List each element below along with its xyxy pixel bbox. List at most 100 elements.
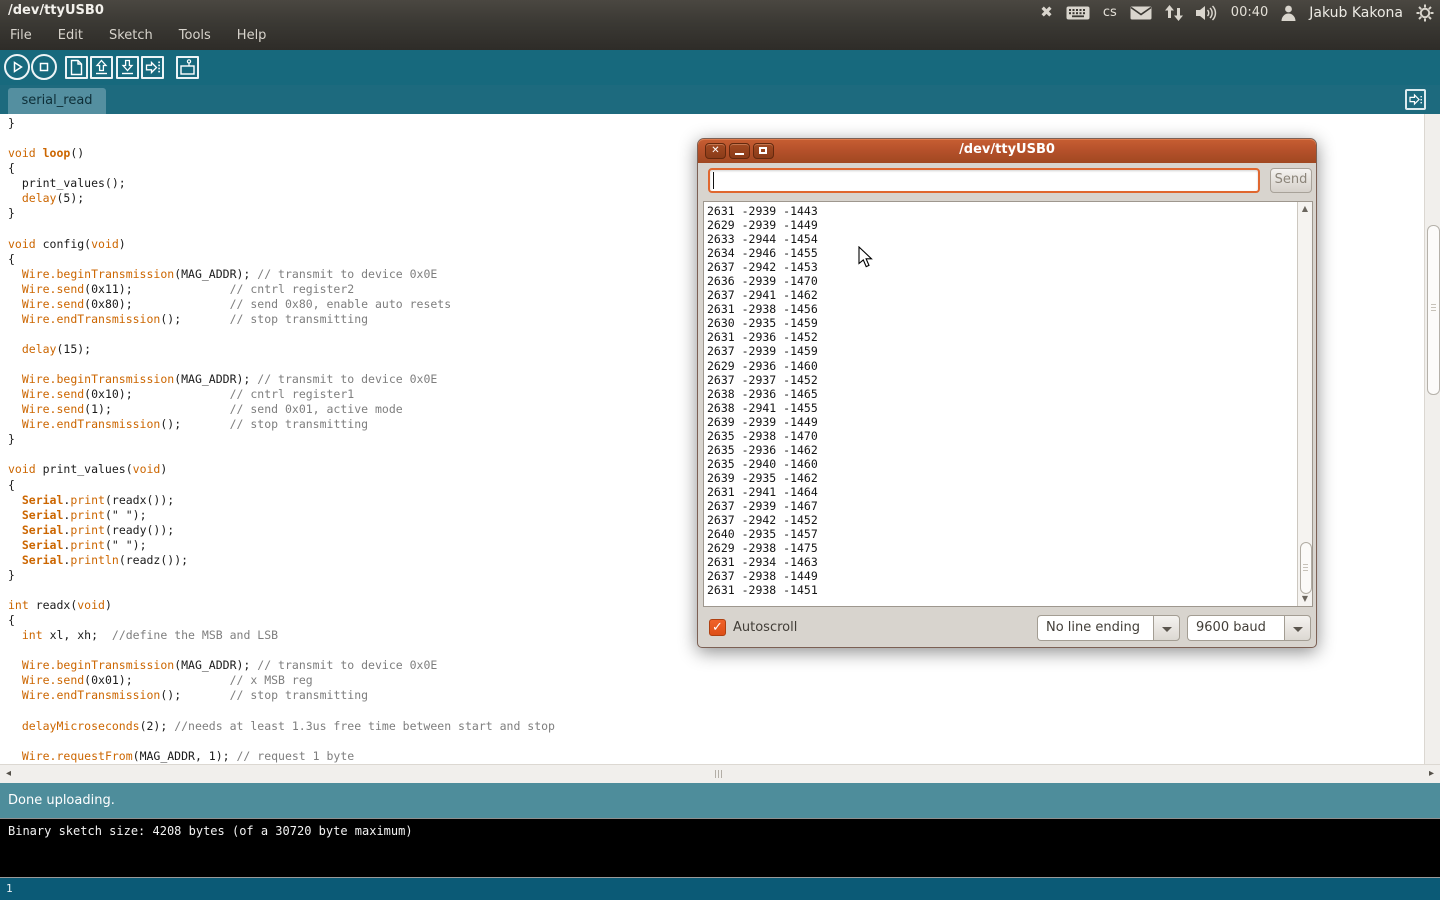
scroll-left-arrow-icon[interactable]: ◂: [6, 766, 11, 782]
console-text: Binary sketch size: 4208 bytes (of a 307…: [8, 824, 413, 838]
serial-line: 2637 -2939 -1459: [707, 344, 818, 358]
code-line: Wire.requestFrom(MAG_ADDR, 1); // reques…: [8, 749, 1440, 764]
indicator-x-icon[interactable]: ✖: [1040, 5, 1053, 20]
baud-rate-value[interactable]: 9600 baud: [1187, 615, 1284, 641]
serial-line: 2639 -2935 -1462: [707, 471, 818, 485]
toolbar: [0, 50, 1440, 85]
mouse-cursor: [858, 246, 874, 269]
serial-line: 2638 -2936 -1465: [707, 387, 818, 401]
line-ending-dropdown-button[interactable]: [1153, 615, 1180, 641]
serial-line: 2633 -2944 -1454: [707, 232, 818, 246]
serial-line: 2636 -2939 -1470: [707, 274, 818, 288]
serial-monitor-titlebar[interactable]: ✕ /dev/ttyUSB0: [698, 139, 1316, 163]
serial-line: 2639 -2939 -1449: [707, 415, 818, 429]
serial-output-area[interactable]: 2631 -2939 -14432629 -2939 -14492633 -29…: [703, 201, 1313, 607]
scroll-down-arrow-icon[interactable]: ▼: [1298, 593, 1312, 605]
autoscroll-label: Autoscroll: [733, 620, 797, 635]
baud-dropdown-button[interactable]: [1284, 615, 1311, 641]
user-icon[interactable]: [1281, 5, 1296, 21]
menu-help[interactable]: Help: [237, 28, 267, 43]
chevron-down-icon: [1293, 627, 1303, 632]
footer-strip: 1: [0, 877, 1440, 900]
session-gear-icon[interactable]: [1416, 4, 1434, 22]
keyboard-layout-label[interactable]: cs: [1103, 5, 1117, 20]
stop-button[interactable]: [31, 54, 57, 80]
status-message: Done uploading.: [8, 793, 115, 808]
serial-send-input[interactable]: [708, 168, 1260, 193]
serial-output: 2631 -2939 -14432629 -2939 -14492633 -29…: [707, 204, 818, 597]
tab-serial-read[interactable]: serial_read: [8, 88, 106, 114]
serial-line: 2637 -2938 -1449: [707, 569, 818, 583]
new-sketch-button[interactable]: [65, 56, 88, 79]
upload-button[interactable]: [141, 56, 164, 79]
serial-line: 2631 -2936 -1452: [707, 330, 818, 344]
editor-horizontal-scrollbar[interactable]: ◂ ▸: [0, 764, 1440, 783]
text-caret: [713, 172, 714, 189]
serial-line: 2635 -2940 -1460: [707, 457, 818, 471]
build-console: Binary sketch size: 4208 bytes (of a 307…: [0, 818, 1440, 877]
keyboard-icon[interactable]: [1066, 6, 1090, 20]
serial-line: 2631 -2941 -1464: [707, 485, 818, 499]
arrow-up-icon: [92, 58, 111, 77]
serial-line: 2635 -2936 -1462: [707, 443, 818, 457]
line-ending-dropdown[interactable]: No line ending: [1037, 615, 1180, 641]
screen: /dev/ttyUSB0 ✖ cs: [0, 0, 1440, 900]
menu-bar: File Edit Sketch Tools Help: [10, 28, 266, 43]
baud-rate-dropdown[interactable]: 9600 baud: [1187, 615, 1311, 641]
window-title: /dev/ttyUSB0: [8, 3, 104, 18]
autoscroll-checkbox[interactable]: ✓: [709, 619, 726, 636]
system-tray: ✖ cs: [1040, 0, 1434, 25]
code-line: [8, 734, 1440, 749]
editor-scroll-thumb[interactable]: [1427, 225, 1440, 395]
code-line: Wire.endTransmission(); // stop transmit…: [8, 688, 1440, 703]
volume-icon[interactable]: [1196, 5, 1218, 21]
serial-line: 2631 -2938 -1451: [707, 583, 818, 597]
serial-line: 2640 -2935 -1457: [707, 527, 818, 541]
mail-icon[interactable]: [1130, 6, 1152, 20]
menu-file[interactable]: File: [10, 28, 32, 43]
serial-monitor-window: ✕ /dev/ttyUSB0 Send 2631 -2939 -14432629…: [697, 138, 1317, 648]
code-line: Wire.send(0x01); // x MSB reg: [8, 673, 1440, 688]
code-line: [8, 703, 1440, 718]
editor-vertical-scrollbar[interactable]: [1424, 114, 1440, 764]
serial-line: 2634 -2946 -1455: [707, 246, 818, 260]
new-tab-arrow-icon: [1407, 91, 1424, 108]
serial-line: 2631 -2939 -1443: [707, 204, 818, 218]
menu-tools[interactable]: Tools: [179, 28, 211, 43]
menu-sketch[interactable]: Sketch: [109, 28, 153, 43]
arrow-right-icon: [143, 58, 162, 77]
play-icon: [6, 56, 28, 78]
serial-monitor-title: /dev/ttyUSB0: [698, 142, 1316, 157]
serial-line: 2629 -2939 -1449: [707, 218, 818, 232]
new-document-icon: [67, 58, 86, 77]
clock[interactable]: 00:40: [1231, 5, 1268, 20]
open-button[interactable]: [90, 56, 113, 79]
line-indicator: 1: [6, 882, 13, 895]
new-tab-button[interactable]: [1405, 89, 1426, 110]
serial-line: 2637 -2942 -1453: [707, 260, 818, 274]
menu-edit[interactable]: Edit: [58, 28, 83, 43]
serial-vertical-scrollbar[interactable]: ▲ ▼: [1297, 202, 1312, 606]
serial-line: 2638 -2941 -1455: [707, 401, 818, 415]
serial-monitor-button[interactable]: [176, 56, 199, 79]
code-line: delayMicroseconds(2); //needs at least 1…: [8, 719, 1440, 734]
tab-strip: serial_read: [0, 85, 1440, 114]
send-button[interactable]: Send: [1270, 168, 1312, 193]
serial-scroll-thumb[interactable]: [1300, 542, 1312, 594]
save-button[interactable]: [116, 56, 139, 79]
verify-button[interactable]: [4, 54, 30, 80]
network-arrows-icon[interactable]: [1165, 5, 1183, 21]
serial-line: 2637 -2937 -1452: [707, 373, 818, 387]
scroll-right-arrow-icon[interactable]: ▸: [1429, 766, 1434, 782]
status-bar: Done uploading.: [0, 783, 1440, 818]
line-ending-value[interactable]: No line ending: [1037, 615, 1153, 641]
code-line: Wire.beginTransmission(MAG_ADDR); // tra…: [8, 658, 1440, 673]
scroll-up-arrow-icon[interactable]: ▲: [1298, 203, 1312, 215]
stop-icon: [33, 56, 55, 78]
serial-line: 2631 -2934 -1463: [707, 555, 818, 569]
user-name-label[interactable]: Jakub Kakona: [1309, 5, 1403, 21]
arrow-down-icon: [118, 58, 137, 77]
serial-monitor-controls: ✓ Autoscroll No line ending 9600 baud: [698, 607, 1316, 649]
serial-line: 2637 -2941 -1462: [707, 288, 818, 302]
top-panel: /dev/ttyUSB0 ✖ cs: [0, 0, 1440, 50]
